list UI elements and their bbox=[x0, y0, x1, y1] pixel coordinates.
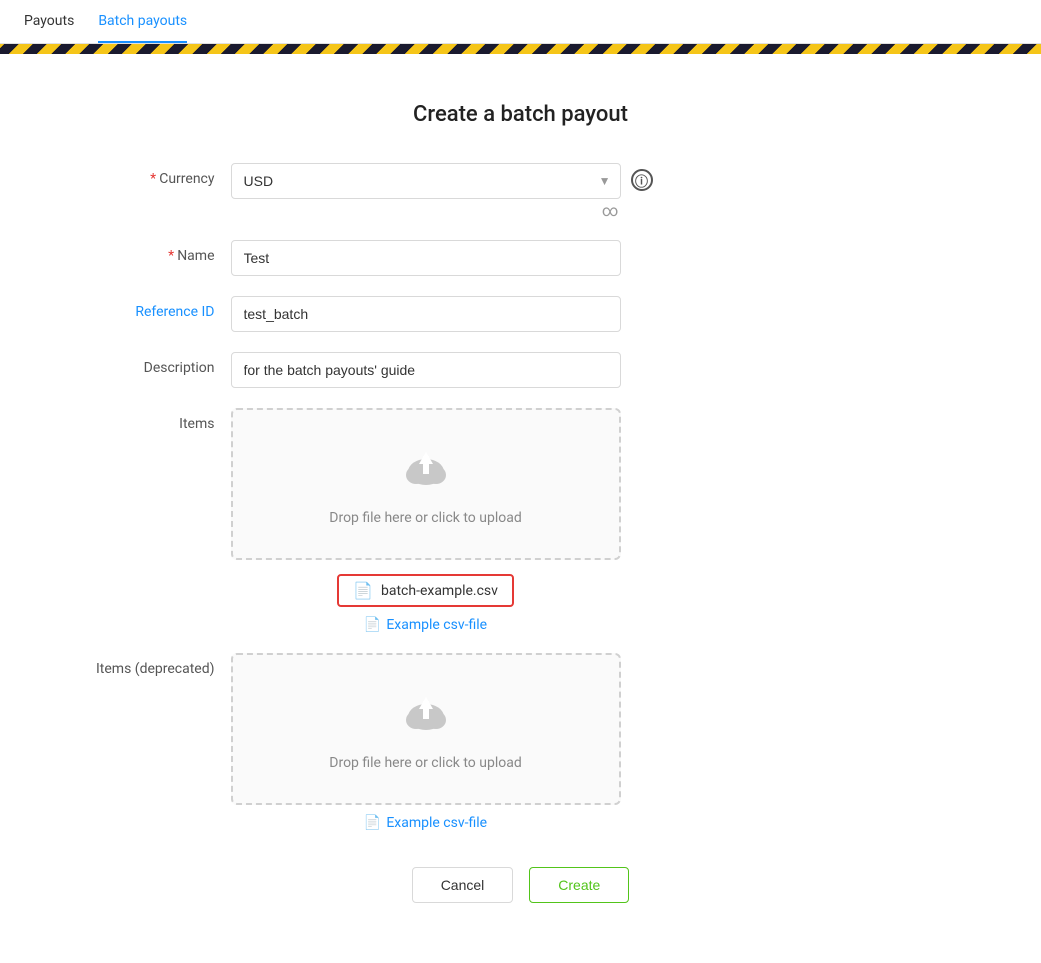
example-csv-link-text: Example csv-file bbox=[386, 617, 487, 633]
example-csv-deprecated-link[interactable]: 📄 Example csv-file bbox=[364, 815, 487, 831]
currency-select-wrapper: USD EUR GBP ▼ bbox=[231, 163, 621, 199]
reference-id-input[interactable] bbox=[231, 296, 621, 332]
name-input[interactable] bbox=[231, 240, 621, 276]
reference-id-label: Reference ID bbox=[71, 296, 231, 320]
file-badge-wrapper: 📄 batch-example.csv bbox=[231, 574, 621, 607]
currency-select[interactable]: USD EUR GBP bbox=[231, 163, 621, 199]
currency-info-icon[interactable]: ⓘ bbox=[631, 169, 653, 191]
description-label: Description bbox=[71, 352, 231, 376]
description-row: Description bbox=[71, 352, 971, 388]
example-csv-deprecated-link-icon: 📄 bbox=[364, 815, 381, 831]
main-content: Create a batch payout *Currency USD EUR … bbox=[0, 54, 1041, 963]
description-input[interactable] bbox=[231, 352, 621, 388]
example-link-deprecated-wrapper: 📄 Example csv-file bbox=[231, 815, 621, 831]
currency-field: USD EUR GBP ▼ ∞ bbox=[231, 163, 621, 220]
create-button[interactable]: Create bbox=[529, 867, 629, 903]
items-upload-icon bbox=[249, 442, 603, 498]
form-title: Create a batch payout bbox=[71, 102, 971, 127]
items-field: Drop file here or click to upload 📄 batc… bbox=[231, 408, 621, 633]
cancel-button[interactable]: Cancel bbox=[412, 867, 514, 903]
file-badge-name: batch-example.csv bbox=[381, 583, 498, 599]
form-container: Create a batch payout *Currency USD EUR … bbox=[71, 102, 971, 903]
file-badge-icon: 📄 bbox=[353, 581, 373, 600]
items-label: Items bbox=[71, 408, 231, 432]
example-csv-deprecated-link-text: Example csv-file bbox=[386, 815, 487, 831]
name-required-star: * bbox=[168, 248, 174, 264]
warning-stripe bbox=[0, 44, 1041, 54]
currency-limit-symbol: ∞ bbox=[231, 201, 621, 220]
currency-label: *Currency bbox=[71, 163, 231, 187]
reference-id-row: Reference ID bbox=[71, 296, 971, 332]
name-label: *Name bbox=[71, 240, 231, 264]
file-badge: 📄 batch-example.csv bbox=[337, 574, 514, 607]
currency-required-star: * bbox=[150, 171, 156, 187]
button-row: Cancel Create bbox=[71, 867, 971, 903]
example-csv-link-icon: 📄 bbox=[364, 617, 381, 633]
items-deprecated-upload-icon bbox=[249, 687, 603, 743]
items-deprecated-upload-area[interactable]: Drop file here or click to upload bbox=[231, 653, 621, 805]
name-row: *Name bbox=[71, 240, 971, 276]
items-deprecated-upload-text: Drop file here or click to upload bbox=[249, 755, 603, 771]
name-field bbox=[231, 240, 621, 276]
currency-info-wrapper: ⓘ bbox=[621, 163, 653, 191]
batch-payouts-tab[interactable]: Batch payouts bbox=[98, 1, 187, 43]
example-csv-link[interactable]: 📄 Example csv-file bbox=[364, 617, 487, 633]
items-upload-area[interactable]: Drop file here or click to upload bbox=[231, 408, 621, 560]
items-deprecated-row: Items (deprecated) Drop file here or cli… bbox=[71, 653, 971, 831]
items-deprecated-label: Items (deprecated) bbox=[71, 653, 231, 677]
items-row: Items Drop file here or click to upl bbox=[71, 408, 971, 633]
payouts-tab[interactable]: Payouts bbox=[24, 1, 74, 43]
top-nav: Payouts Batch payouts bbox=[0, 0, 1041, 44]
currency-row: *Currency USD EUR GBP ▼ ∞ ⓘ bbox=[71, 163, 971, 220]
reference-id-field bbox=[231, 296, 621, 332]
description-field bbox=[231, 352, 621, 388]
example-link-wrapper: 📄 Example csv-file bbox=[231, 617, 621, 633]
items-upload-text: Drop file here or click to upload bbox=[249, 510, 603, 526]
items-deprecated-field: Drop file here or click to upload 📄 Exam… bbox=[231, 653, 621, 831]
